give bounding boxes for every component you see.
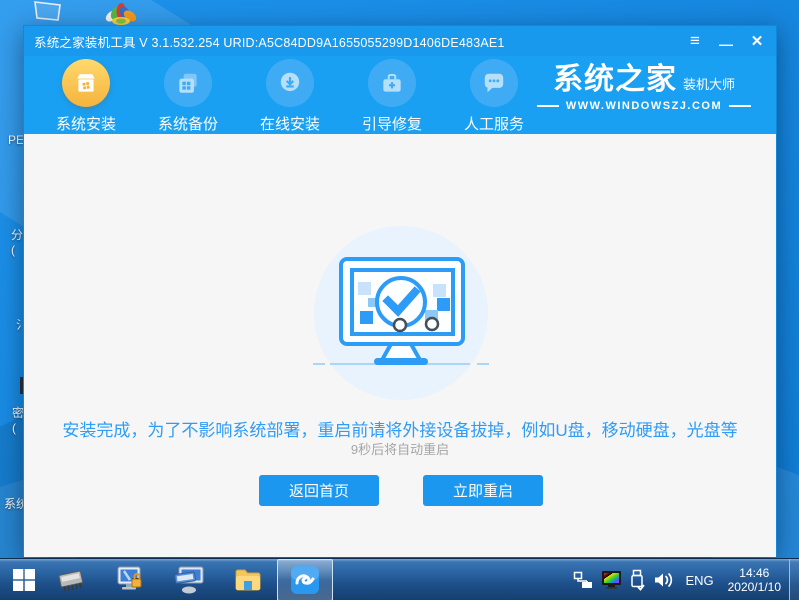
brand-rule-right [729, 105, 752, 107]
close-icon[interactable]: ✕ [746, 30, 768, 52]
menu-icon[interactable]: ≡ [684, 30, 706, 52]
desktop: PE 分 ( 氵 密 ( 系统 系统之家装机工具 V 3.1.532.254 U… [0, 0, 799, 600]
brand-name: 系统之家 [552, 63, 677, 96]
nav-item-system-install[interactable]: 系统安装 [43, 59, 129, 134]
desktop-icon-label-fragment: 分 ( [11, 228, 24, 257]
backup-windows-icon [164, 59, 212, 107]
folder-icon [235, 569, 261, 591]
taskbar-memory-chip-button[interactable] [52, 559, 90, 600]
brand-logo: 系统之家 装机大师 WWW.WINDOWSZJ.COM [536, 63, 752, 112]
nav-item-system-backup[interactable]: 系统备份 [145, 59, 231, 134]
desktop-icon-label-fragment: PE [8, 133, 25, 147]
installer-app-icon [291, 566, 319, 594]
installer-window: 系统之家装机工具 V 3.1.532.254 URID:A5C84DD9A165… [23, 25, 777, 557]
keyboard-monitor-icon [174, 566, 204, 594]
network-icon[interactable] [573, 571, 593, 590]
nav-label: 在线安装 [259, 116, 320, 133]
desktop-monitor-icon[interactable] [33, 0, 63, 22]
nav-item-human-service[interactable]: 人工服务 [451, 59, 537, 134]
brand-rule-left [536, 105, 559, 107]
taskbar: ENG 14:46 2020/1/10 [0, 558, 799, 600]
memory-chip-icon [58, 570, 84, 592]
minimize-icon[interactable]: — [715, 30, 737, 52]
volume-icon[interactable] [653, 571, 675, 589]
restart-now-button[interactable]: 立即重启 [423, 475, 543, 506]
show-desktop-button[interactable] [789, 559, 799, 600]
chat-service-icon [470, 59, 518, 107]
taskbar-clock[interactable]: 14:46 2020/1/10 [724, 566, 785, 594]
window-controls: ≡ — ✕ [684, 26, 768, 56]
nav-item-boot-repair[interactable]: 引导修复 [349, 59, 435, 134]
usb-device-icon[interactable] [630, 569, 646, 591]
install-complete-illustration [313, 226, 489, 400]
language-indicator[interactable]: ENG [683, 573, 715, 588]
brand-tagline: 装机大师 [682, 77, 735, 92]
brand-site: WWW.WINDOWSZJ.COM [565, 100, 723, 112]
start-button[interactable] [6, 559, 42, 600]
repair-toolbox-icon [368, 59, 416, 107]
taskbar-folder-button[interactable] [228, 559, 268, 600]
nav-label: 人工服务 [463, 116, 524, 133]
clock-time: 14:46 [739, 566, 770, 580]
nav-label: 引导修复 [361, 116, 422, 133]
system-tray: ENG 14:46 2020/1/10 [573, 559, 785, 600]
back-home-button[interactable]: 返回首页 [259, 475, 379, 506]
install-complete-message: 安装完成，为了不影响系统部署，重启前请将外接设备拔掉，例如U盘，移动硬盘，光盘等 [62, 421, 738, 440]
nav-bar: 系统安装 系统备份 在线安装 引导修复 人工服务 系统之家 装机大师 WWW.W… [24, 56, 776, 134]
desktop-flower-icon[interactable] [102, 1, 140, 27]
clock-date: 2020/1/10 [727, 580, 781, 594]
install-box-icon [62, 59, 110, 107]
download-icon [266, 59, 314, 107]
taskbar-screen-lock-button[interactable] [110, 559, 150, 600]
window-title: 系统之家装机工具 V 3.1.532.254 URID:A5C84DD9A165… [34, 35, 505, 50]
nav-label: 系统备份 [157, 116, 218, 133]
screen-lock-icon [117, 566, 142, 590]
taskbar-installer-app-button[interactable] [277, 559, 333, 600]
nav-item-online-install[interactable]: 在线安装 [247, 59, 333, 134]
restart-countdown: 9秒后将自动重启 [350, 442, 450, 457]
windows-logo-icon [13, 569, 35, 591]
taskbar-keyboard-monitor-button[interactable] [168, 559, 210, 600]
main-content: 安装完成，为了不影响系统部署，重启前请将外接设备拔掉，例如U盘，移动硬盘，光盘等… [24, 134, 776, 557]
display-color-icon[interactable] [601, 570, 622, 590]
titlebar[interactable]: 系统之家装机工具 V 3.1.532.254 URID:A5C84DD9A165… [24, 26, 776, 56]
nav-label: 系统安装 [55, 116, 116, 133]
